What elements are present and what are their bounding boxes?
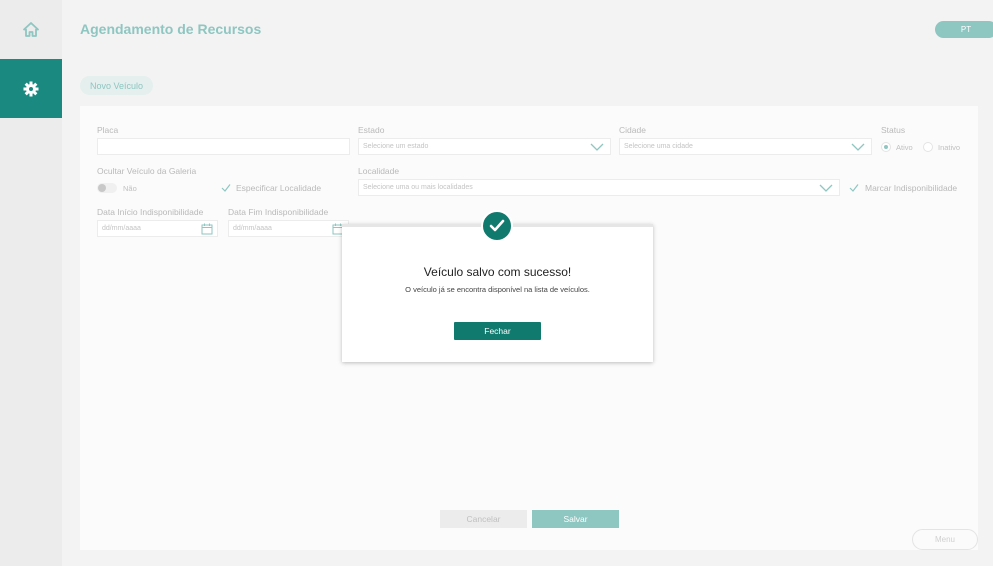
localidade-placeholder: Selecione uma ou mais localidades bbox=[363, 184, 473, 191]
chevron-down-icon bbox=[851, 143, 865, 151]
page-title-chip: Novo Veículo bbox=[80, 76, 154, 95]
estado-label: Estado bbox=[358, 125, 385, 135]
modal-title: Veículo salvo com sucesso! bbox=[423, 265, 572, 279]
data-fim-input[interactable]: dd/mm/aaaa bbox=[228, 220, 349, 237]
gear-icon bbox=[23, 81, 39, 96]
calendar-icon[interactable] bbox=[201, 223, 213, 235]
close-button[interactable]: Fechar bbox=[454, 322, 541, 340]
success-modal: Veículo salvo com sucesso! O veículo já … bbox=[342, 224, 653, 362]
check-icon bbox=[489, 219, 505, 232]
placa-input[interactable] bbox=[97, 138, 350, 155]
sidebar-item-settings[interactable] bbox=[0, 59, 62, 118]
chevron-down-icon bbox=[819, 184, 833, 192]
ocultar-toggle[interactable] bbox=[97, 183, 117, 193]
cidade-placeholder: Selecione uma cidade bbox=[624, 143, 693, 150]
app-title: Agendamento de Recursos bbox=[80, 21, 262, 37]
check-circle-icon bbox=[481, 210, 513, 242]
home-icon bbox=[23, 22, 39, 37]
status-label: Status bbox=[881, 125, 906, 135]
especificar-label: Especificar Localidade bbox=[236, 183, 322, 193]
localidade-label: Localidade bbox=[358, 166, 400, 176]
language-option-pt[interactable]: PT bbox=[935, 21, 993, 38]
data-inicio-label: Data Início Indisponibilidade bbox=[97, 207, 204, 217]
data-inicio-placeholder: dd/mm/aaaa bbox=[102, 225, 141, 232]
estado-select[interactable]: Selecione um estado bbox=[358, 138, 611, 155]
language-toggle[interactable]: PT EN bbox=[935, 21, 993, 38]
marcar-label: Marcar Indisponibilidade bbox=[865, 183, 958, 193]
status-radio-inativo[interactable] bbox=[923, 142, 933, 152]
status-inativo-label: Inativo bbox=[938, 143, 961, 152]
status-ativo-label: Ativo bbox=[896, 143, 913, 152]
cidade-label: Cidade bbox=[619, 125, 646, 135]
cancel-button[interactable]: Cancelar bbox=[440, 510, 527, 528]
placa-label: Placa bbox=[97, 125, 119, 135]
header: Agendamento de Recursos PT EN bbox=[62, 0, 993, 59]
sidebar bbox=[0, 0, 62, 566]
chevron-down-icon bbox=[590, 143, 604, 151]
localidade-select[interactable]: Selecione uma ou mais localidades bbox=[358, 179, 840, 196]
modal-message: O veículo já se encontra disponível na l… bbox=[405, 285, 590, 294]
marcar-checkbox[interactable] bbox=[849, 183, 859, 193]
especificar-checkbox[interactable] bbox=[221, 183, 231, 193]
menu-button[interactable]: Menu bbox=[912, 529, 978, 550]
cidade-select[interactable]: Selecione uma cidade bbox=[619, 138, 872, 155]
sidebar-item-home[interactable] bbox=[0, 0, 62, 59]
ocultar-label: Ocultar Veículo da Galeria bbox=[97, 166, 197, 176]
data-fim-placeholder: dd/mm/aaaa bbox=[233, 225, 272, 232]
estado-placeholder: Selecione um estado bbox=[363, 143, 429, 150]
status-radio-ativo[interactable] bbox=[881, 142, 891, 152]
ocultar-value: Não bbox=[123, 184, 137, 193]
data-inicio-input[interactable]: dd/mm/aaaa bbox=[97, 220, 218, 237]
save-button[interactable]: Salvar bbox=[532, 510, 619, 528]
data-fim-label: Data Fim Indisponibilidade bbox=[228, 207, 329, 217]
